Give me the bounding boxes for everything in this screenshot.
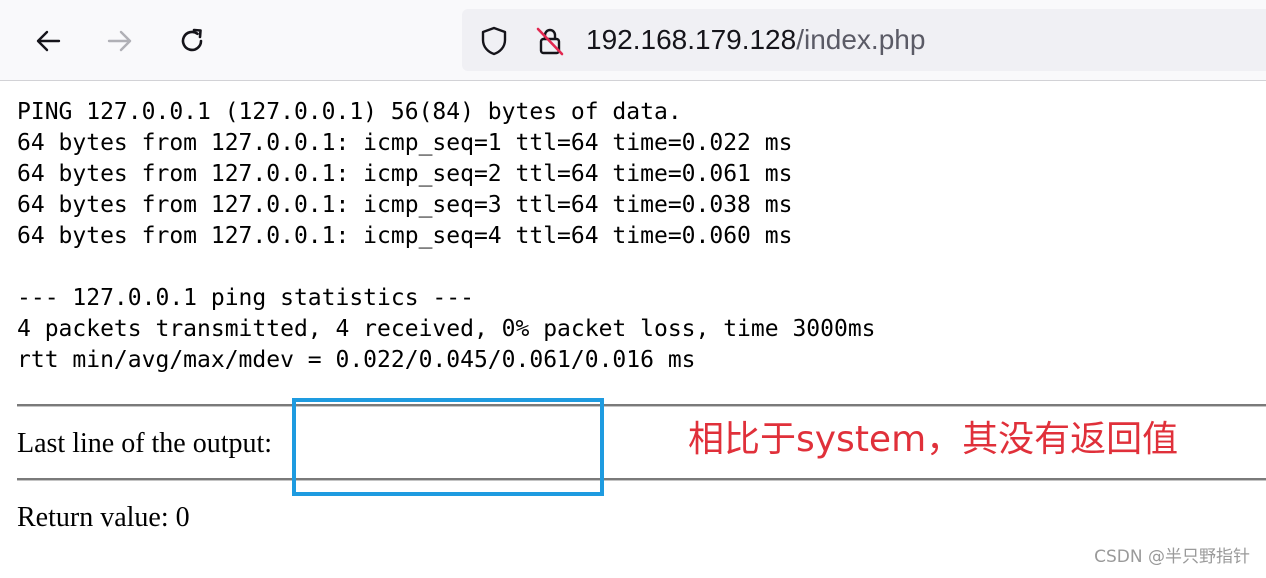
last-line-label: Last line of the output: xyxy=(17,428,273,459)
browser-toolbar: 192.168.179.128/index.php xyxy=(0,0,1266,81)
url-host: 192.168.179.128 xyxy=(586,24,797,55)
return-value-label: Return value: 0 xyxy=(17,502,190,533)
reload-icon xyxy=(181,28,203,52)
annotation-text: 相比于system，其没有返回值 xyxy=(688,419,1179,460)
forward-button[interactable] xyxy=(100,21,140,61)
watermark: CSDN @半只野指针 xyxy=(1094,547,1250,567)
url-text[interactable]: 192.168.179.128/index.php xyxy=(586,23,925,57)
horizontal-rule xyxy=(17,404,1266,407)
back-button[interactable] xyxy=(28,21,68,61)
url-path: /index.php xyxy=(796,24,926,55)
arrow-right-icon xyxy=(107,30,132,52)
ping-output: PING 127.0.0.1 (127.0.0.1) 56(84) bytes … xyxy=(17,99,876,373)
page-content: PING 127.0.0.1 (127.0.0.1) 56(84) bytes … xyxy=(0,81,1266,578)
arrow-left-icon xyxy=(36,30,61,52)
insecure-lock-icon[interactable] xyxy=(534,25,566,57)
horizontal-rule xyxy=(17,478,1266,481)
address-bar[interactable]: 192.168.179.128/index.php xyxy=(462,9,1266,71)
reload-button[interactable] xyxy=(172,21,212,61)
shield-icon[interactable] xyxy=(478,25,510,57)
annotation-highlight-box xyxy=(292,398,604,496)
